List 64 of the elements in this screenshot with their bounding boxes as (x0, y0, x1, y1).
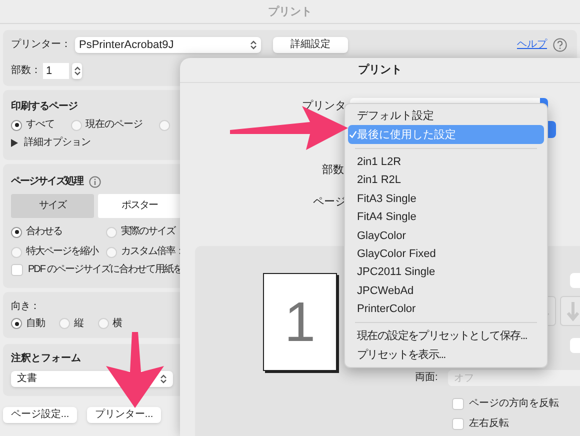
dialog-title: プリント (358, 64, 402, 76)
section-title: 注釈とフォーム (11, 353, 81, 365)
checkbox[interactable] (11, 264, 23, 276)
menu-item[interactable]: FitA3 Single (348, 190, 544, 208)
radio-button[interactable] (11, 246, 22, 258)
printer-select[interactable]: PsPrinterAcrobat9J (75, 37, 261, 53)
radio-button[interactable] (106, 226, 117, 238)
duplex-label: 両面: (415, 372, 439, 384)
menu-item[interactable]: プリセットを表示... (348, 346, 544, 364)
section-title: 印刷するページ (11, 101, 78, 113)
menu-item[interactable]: JPC2011 Single (348, 263, 544, 282)
radio-button[interactable] (11, 318, 22, 329)
radio-button[interactable] (106, 246, 117, 258)
checkbox-label: ページの方向を反転 (469, 398, 559, 410)
details-button[interactable]: 詳細設定 (273, 37, 348, 53)
radio-button[interactable] (11, 226, 22, 238)
checkbox-label: 左右反転 (469, 418, 509, 430)
radio-label: 横 (112, 318, 122, 330)
copies-field[interactable]: 1 (43, 63, 69, 79)
updown-icon (250, 40, 257, 50)
menu-item[interactable]: 2in1 R2L (348, 171, 544, 190)
checkmark-icon (348, 130, 356, 140)
radio-label: 現在のページ (86, 119, 142, 131)
section-title: 向き： (11, 300, 40, 312)
section-title: ページサイズ処理 (11, 176, 83, 188)
disclosure-icon[interactable] (11, 139, 18, 147)
updown-icon (160, 374, 167, 384)
copies-label: 部数 (321, 164, 344, 176)
menu-item[interactable]: 2in1 L2R (348, 152, 544, 172)
radio-label: 自動 (26, 318, 45, 330)
radio-button[interactable] (98, 318, 108, 329)
copies-label: 部数： (11, 65, 41, 77)
radio-button[interactable] (70, 120, 82, 130)
printer-label: プリンター： (11, 39, 71, 51)
dialog-button[interactable]: プリンター... (87, 407, 161, 423)
checkbox[interactable] (452, 398, 464, 410)
page-number: 1 (284, 294, 316, 350)
more-options-label[interactable]: 詳細オプション (24, 137, 90, 149)
dialog-button[interactable]: ページ設定... (3, 407, 77, 423)
radio-button[interactable] (59, 318, 70, 329)
menu-item[interactable]: FitA4 Single (348, 208, 544, 226)
menu-item[interactable]: GlayColor Fixed (348, 244, 544, 264)
segment-tab[interactable]: サイズ (11, 194, 94, 218)
checkbox[interactable] (452, 418, 464, 430)
radio-label: すべて (26, 119, 54, 131)
radio-label: 縦 (74, 318, 84, 330)
info-icon[interactable] (89, 176, 101, 188)
radio-label: 合わせる (26, 226, 62, 238)
radio-label: 実際のサイズ (121, 226, 175, 238)
help-icon[interactable] (553, 38, 567, 52)
menu-item[interactable]: GlayColor (348, 226, 544, 245)
orientation-icon[interactable] (560, 296, 580, 326)
menu-item[interactable]: 現在の設定をプリセットとして保存... (348, 327, 544, 346)
menu-item[interactable]: デフォルト設定 (348, 107, 544, 126)
menu-item[interactable]: JPCWebAd (348, 282, 544, 300)
radio-button[interactable] (158, 120, 170, 130)
help-link[interactable]: ヘルプ (517, 39, 547, 51)
updown-icon (74, 66, 80, 76)
radio-label: 特大ページを縮小 (26, 246, 98, 258)
radio-button[interactable] (11, 120, 22, 130)
window-title: プリント (268, 6, 312, 18)
segment-tab[interactable]: ポスター (98, 194, 181, 218)
copies-stepper[interactable] (72, 63, 82, 79)
menu-item[interactable]: PrinterColor (348, 300, 544, 318)
